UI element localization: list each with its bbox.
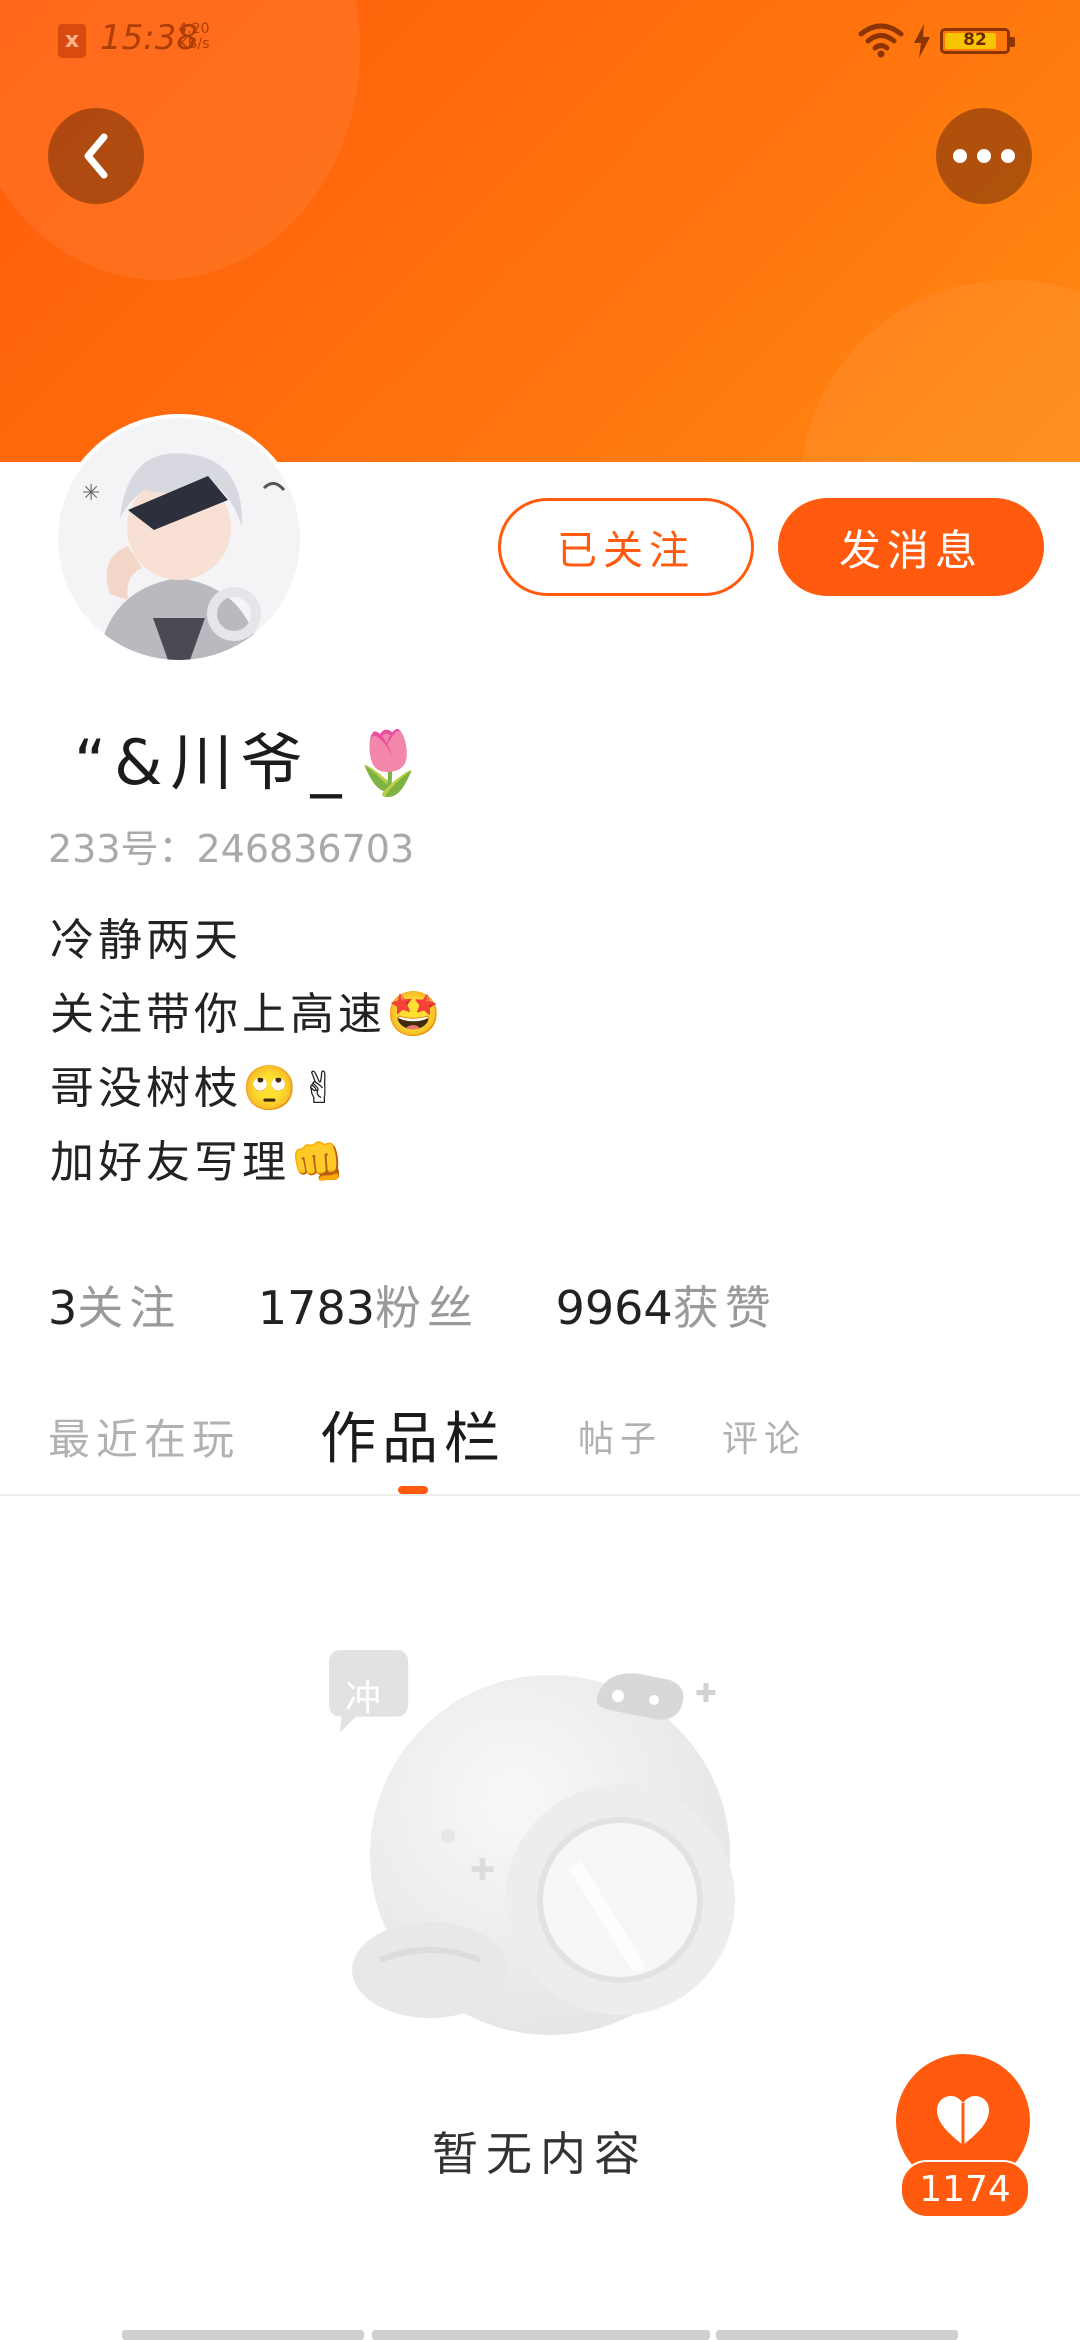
nav-bar-segment xyxy=(122,2330,364,2340)
profile-tabs: 最近在玩 作品栏 帖子 评论 xyxy=(0,1386,1080,1496)
active-tab-indicator xyxy=(398,1486,428,1494)
empty-state-illustration: 冲 ✚ ✚ xyxy=(329,1650,735,2035)
send-message-button[interactable]: 发消息 xyxy=(778,498,1044,596)
back-button[interactable] xyxy=(48,108,144,204)
followed-button[interactable]: 已关注 xyxy=(498,498,754,596)
nav-bar-segment xyxy=(716,2330,958,2340)
profile-stats: 3关注 1783粉丝 9964获赞 xyxy=(48,1272,839,1338)
svg-text:✚: ✚ xyxy=(470,1853,495,1888)
tab-works[interactable]: 作品栏 xyxy=(320,1394,506,1475)
battery-icon: 82 xyxy=(940,28,1015,54)
network-speed: 4.20 KB/s xyxy=(174,22,214,52)
banner-decoration xyxy=(800,280,1080,462)
empty-badge-text: 冲 xyxy=(345,1678,381,1719)
tab-recently-played[interactable]: 最近在玩 xyxy=(48,1406,240,1467)
more-dots-icon xyxy=(953,149,1015,163)
bio-line: 加好友写理👊 xyxy=(50,1137,349,1188)
nav-bar-segment xyxy=(372,2330,710,2340)
following-label: 关注 xyxy=(77,1281,182,1335)
network-speed-value: 4.20 xyxy=(178,21,210,37)
divider xyxy=(0,1494,1080,1496)
wifi-icon xyxy=(858,23,904,58)
following-count: 3 xyxy=(48,1281,78,1335)
charging-icon xyxy=(914,24,930,58)
avatar-illustration: ✳ xyxy=(58,418,300,660)
user-id: 233号：246836703 xyxy=(48,827,415,871)
bio-line: 关注带你上高速🤩 xyxy=(50,989,445,1040)
tab-posts[interactable]: 帖子 xyxy=(578,1410,662,1462)
likes-stat[interactable]: 9964获赞 xyxy=(556,1272,777,1338)
network-speed-unit: KB/s xyxy=(178,36,210,52)
bio-line: 冷静两天 xyxy=(50,915,242,966)
more-button[interactable] xyxy=(936,108,1032,204)
tab-comments[interactable]: 评论 xyxy=(722,1410,806,1462)
svg-text:✳: ✳ xyxy=(82,481,100,506)
heart-icon xyxy=(937,2096,989,2145)
followers-stat[interactable]: 1783粉丝 xyxy=(258,1272,479,1338)
notification-icon: x xyxy=(58,24,86,58)
bio: 冷静两天 关注带你上高速🤩 哥没树枝🙄✌ 加好友写理👊 xyxy=(50,904,445,1200)
followers-count: 1783 xyxy=(257,1281,375,1335)
likes-received-count: 9964 xyxy=(555,1281,673,1335)
following-stat[interactable]: 3关注 xyxy=(48,1272,181,1338)
avatar[interactable]: ✳ xyxy=(54,414,304,664)
chevron-left-icon xyxy=(84,133,108,179)
status-bar: x 15:38 4.20 KB/s 82 xyxy=(0,0,1080,80)
battery-tip xyxy=(1010,37,1015,47)
followers-label: 粉丝 xyxy=(374,1281,479,1335)
bio-line: 哥没树枝🙄✌ xyxy=(50,1063,342,1114)
battery-percent: 82 xyxy=(963,30,987,50)
likes-received-label: 获赞 xyxy=(672,1281,777,1335)
username: “&川爷_🌷 xyxy=(74,726,435,799)
like-count: 1174 xyxy=(900,2160,1030,2218)
svg-text:✚: ✚ xyxy=(695,1679,717,1709)
